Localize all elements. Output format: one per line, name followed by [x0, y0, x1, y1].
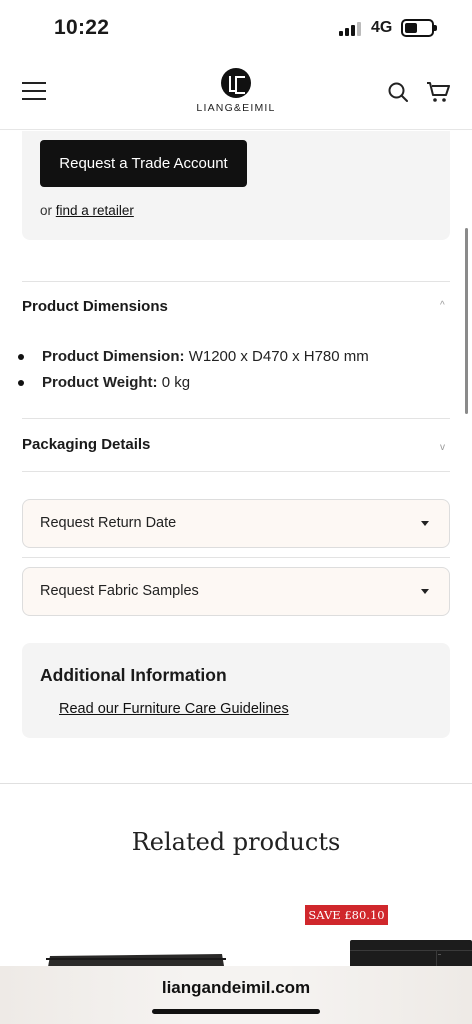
signal-icon: [339, 22, 365, 36]
retailer-prefix: or: [40, 203, 53, 218]
search-icon[interactable]: [388, 82, 408, 102]
select-label: Request Return Date: [40, 515, 177, 531]
battery-icon: [401, 19, 437, 37]
home-indicator[interactable]: [152, 1009, 320, 1014]
additional-information-title: Additional Information: [40, 665, 227, 685]
status-time: 10:22: [54, 16, 110, 39]
spec-label: Product Weight:: [42, 374, 158, 391]
request-fabric-samples-select[interactable]: Request Fabric Samples: [22, 567, 450, 616]
network-label: 4G: [371, 19, 393, 36]
divider: [22, 471, 450, 472]
spec-list: Product Dimension: W1200 x D470 x H780 m…: [18, 346, 369, 398]
request-trade-account-button[interactable]: Request a Trade Account: [40, 140, 247, 187]
caret-down-icon: [421, 521, 429, 526]
list-item: Product Weight: 0 kg: [18, 372, 369, 398]
divider: [22, 557, 450, 558]
trade-account-panel: Request a Trade Account or find a retail…: [22, 131, 450, 240]
cart-icon[interactable]: [426, 80, 450, 104]
find-retailer-link[interactable]: find a retailer: [56, 203, 134, 218]
caret-down-icon: [421, 589, 429, 594]
menu-icon[interactable]: [22, 82, 46, 100]
browser-url-bar[interactable]: liangandeimil.com: [0, 966, 472, 1024]
retailer-line: or find a retailer: [40, 203, 134, 218]
chevron-up-icon[interactable]: ^: [440, 300, 445, 311]
divider: [22, 281, 450, 282]
save-badge: SAVE £80.10: [305, 905, 388, 925]
site-header: LIANG&EIMIL: [0, 58, 472, 130]
section-divider: [0, 783, 472, 784]
select-label: Request Fabric Samples: [40, 583, 199, 599]
list-item: Product Dimension: W1200 x D470 x H780 m…: [18, 346, 369, 372]
scrollbar[interactable]: [465, 228, 468, 414]
spec-value: W1200 x D470 x H780 mm: [188, 348, 369, 365]
status-bar: 10:22 4G: [0, 0, 472, 58]
product-dimensions-header[interactable]: Product Dimensions: [22, 298, 168, 315]
logo-text: LIANG&EIMIL: [196, 102, 276, 114]
care-guidelines-link[interactable]: Read our Furniture Care Guidelines: [59, 701, 289, 717]
related-products-title: Related products: [131, 828, 341, 856]
packaging-details-header[interactable]: Packaging Details: [22, 436, 150, 453]
brand-logo[interactable]: LIANG&EIMIL: [186, 68, 286, 114]
divider: [22, 418, 450, 419]
logo-mark-icon: [221, 68, 251, 98]
request-return-date-select[interactable]: Request Return Date: [22, 499, 450, 548]
chevron-down-icon[interactable]: v: [440, 442, 445, 453]
spec-value: 0 kg: [161, 374, 191, 391]
additional-information-panel: Additional Information Read our Furnitur…: [22, 643, 450, 738]
spec-label: Product Dimension:: [42, 348, 185, 365]
url-text: liangandeimil.com: [161, 978, 311, 997]
